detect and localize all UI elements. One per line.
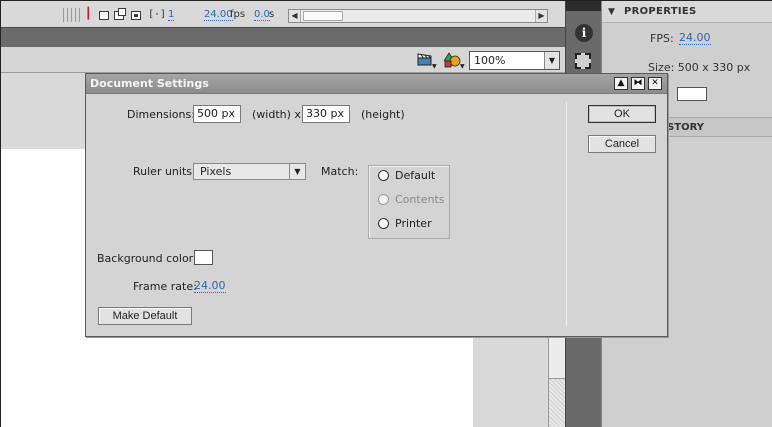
radio-label: Printer xyxy=(395,217,432,230)
background-color-label: Background color: xyxy=(97,252,197,265)
zoom-select[interactable]: 100% ▼ xyxy=(469,51,560,70)
collapse-icon[interactable]: ▼ xyxy=(608,7,615,17)
width-input[interactable]: 500 px xyxy=(193,105,241,123)
transform-icon[interactable] xyxy=(575,53,591,69)
current-frame-value[interactable]: 1 xyxy=(168,9,175,21)
match-group: Default Contents Printer xyxy=(368,165,450,239)
stage-color-swatch[interactable] xyxy=(677,87,707,101)
minimize-icon[interactable]: ▲ xyxy=(614,77,628,90)
chevron-down-icon[interactable]: ▼ xyxy=(289,164,305,179)
onion-skin-icon[interactable] xyxy=(114,8,126,20)
radio-button xyxy=(378,194,389,205)
modify-markers-icon[interactable]: [·] xyxy=(148,9,166,20)
timeline-bar: ┃ [·] 1 24.00 fps 0.0 s ◀ ▶ xyxy=(1,1,565,27)
width-suffix-label: (width) x xyxy=(252,108,301,121)
radio-button[interactable] xyxy=(378,170,389,181)
panel-icon[interactable] xyxy=(566,1,601,11)
height-input[interactable]: 330 px xyxy=(302,105,350,123)
elapsed-time-value[interactable]: 0.0 xyxy=(254,9,270,21)
scroll-right-icon[interactable]: ▶ xyxy=(535,10,547,22)
timeline-horizontal-scrollbar[interactable]: ◀ ▶ xyxy=(288,9,548,23)
edit-bar-divider xyxy=(1,27,565,47)
background-color-swatch[interactable] xyxy=(194,250,213,265)
make-default-button[interactable]: Make Default xyxy=(98,307,192,325)
fps-value[interactable]: 24.00 xyxy=(679,32,711,45)
frame-rate-value[interactable]: 24.00 xyxy=(204,9,233,21)
edit-scene-icon[interactable] xyxy=(417,53,433,66)
properties-title: PROPERTIES xyxy=(624,6,697,17)
properties-header[interactable]: ▼ PROPERTIES xyxy=(602,1,772,23)
center-frame-icon[interactable] xyxy=(99,11,109,20)
dialog-titlebar[interactable]: Document Settings ▲ ⧓ ✕ xyxy=(86,74,667,94)
ok-button[interactable]: OK xyxy=(588,105,656,123)
frame-rate-value[interactable]: 24.00 xyxy=(194,280,226,293)
ruler-units-value: Pixels xyxy=(200,165,232,178)
chevron-down-icon[interactable]: ▼ xyxy=(460,63,465,70)
fps-label: FPS: xyxy=(650,32,674,45)
seconds-unit-label: s xyxy=(269,9,275,20)
info-icon[interactable]: i xyxy=(575,24,593,42)
stage-toolbar: ▼ ▼ 100% ▼ xyxy=(1,47,565,73)
match-label: Match: xyxy=(321,165,359,178)
cancel-button[interactable]: Cancel xyxy=(588,135,656,153)
scroll-left-icon[interactable]: ◀ xyxy=(289,10,301,22)
onion-skin-outlines-icon[interactable] xyxy=(131,11,141,20)
ruler-units-select[interactable]: Pixels ▼ xyxy=(193,163,306,180)
scrollbar-track[interactable] xyxy=(549,378,565,427)
ruler-units-label: Ruler units: xyxy=(133,165,196,178)
height-suffix-label: (height) xyxy=(361,108,405,121)
zoom-value: 100% xyxy=(474,54,506,67)
scroll-thumb[interactable] xyxy=(303,11,343,21)
radio-label: Contents xyxy=(395,193,445,206)
timeline-frame-ruler[interactable] xyxy=(63,8,83,22)
dialog-title: Document Settings xyxy=(90,77,209,90)
dialog-divider xyxy=(566,102,567,326)
restore-icon[interactable]: ⧓ xyxy=(631,77,645,90)
radio-label: Default xyxy=(395,169,436,182)
document-settings-dialog: Document Settings ▲ ⧓ ✕ Dimensions: 500 … xyxy=(85,73,668,337)
close-icon[interactable]: ✕ xyxy=(648,77,662,90)
frame-rate-label: Frame rate: xyxy=(133,280,197,293)
dimensions-label: Dimensions: xyxy=(127,108,195,121)
radio-button[interactable] xyxy=(378,218,389,229)
fps-unit-label: fps xyxy=(230,9,246,20)
playhead-icon[interactable]: ┃ xyxy=(85,7,92,21)
chevron-down-icon[interactable]: ▼ xyxy=(544,52,559,69)
chevron-down-icon[interactable]: ▼ xyxy=(432,63,437,70)
